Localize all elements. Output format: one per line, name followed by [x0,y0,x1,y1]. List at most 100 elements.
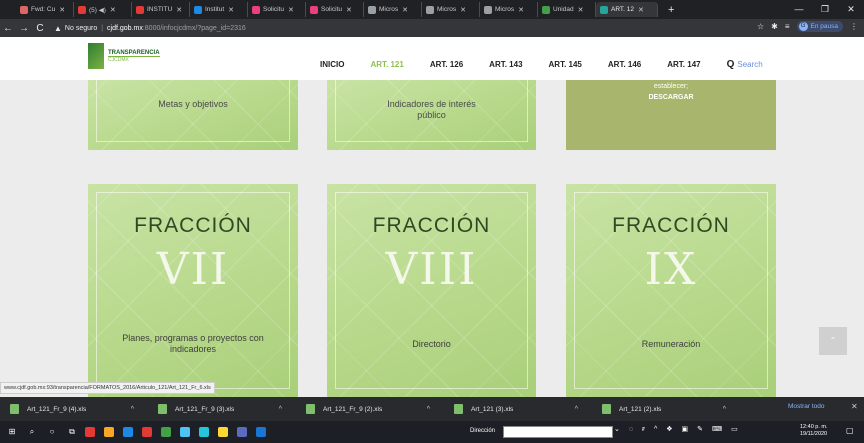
app-icon[interactable] [180,427,190,437]
download-options-icon[interactable]: ^ [131,406,134,413]
tab-close-icon[interactable]: ✕ [110,6,116,14]
card-fraccion-ix[interactable]: FRACCIÓN IX Remuneración [566,184,776,397]
task-view-icon[interactable]: ⧉ [64,425,80,439]
scroll-top-button[interactable]: ⌃ [819,327,847,355]
tab-close-icon[interactable]: ✕ [59,6,65,14]
card-indicadores[interactable]: Indicadores de interés público [327,80,536,150]
app-icon[interactable] [123,427,133,437]
link-status-url: www.cjdf.gob.mx:93/transparencia/FORMATO… [0,382,215,394]
download-link[interactable]: DESCARGAR [566,94,776,101]
show-all-downloads-link[interactable]: Mostrar todo [788,403,825,410]
download-item[interactable]: Art_121_Fr_9 (2).xls ^ [296,404,444,414]
tab-close-icon[interactable]: ✕ [578,6,584,14]
keyboard-icon[interactable]: ⌨ [712,425,722,433]
app-icon[interactable] [256,427,266,437]
menu-item[interactable]: ART. 126 [430,60,463,69]
download-item[interactable]: Art_121 (3).xls ^ [444,404,592,414]
chevron-down-icon[interactable]: ⌄ [614,425,620,433]
menu-dots-icon[interactable]: ⋮ [850,22,858,31]
card-fraccion-vii[interactable]: FRACCIÓN VII Planes, programas o proyect… [88,184,298,397]
app-icon[interactable] [104,427,114,437]
download-options-icon[interactable]: ^ [723,406,726,413]
card-description: Remuneración [641,339,701,349]
card-description: Planes, programas o proyectos con indica… [122,333,264,354]
dropbox-icon[interactable]: ❖ [666,425,672,433]
profile-button[interactable]: G En pausa [796,21,843,32]
back-icon[interactable]: ← [0,23,16,34]
card-metas[interactable]: Metas y objetivos [88,80,298,150]
app-icon[interactable] [237,427,247,437]
download-item[interactable]: Art_121 (2).xls ^ [592,404,740,414]
browser-tab[interactable]: Solicitu ✕ [248,2,306,17]
tab-close-icon[interactable]: ✕ [460,6,466,14]
windows-start-icon[interactable]: ⊞ [4,425,20,439]
download-item[interactable]: Art_121_Fr_9 (3).xls ^ [148,404,296,414]
close-window-icon[interactable]: ✕ [838,0,864,19]
browser-tab[interactable]: Micros ✕ [422,2,480,17]
menu-item[interactable]: ART. 146 [608,60,641,69]
bookmark-star-icon[interactable]: ☆ [757,22,764,31]
app-icon[interactable] [142,427,152,437]
tab-close-icon[interactable]: ✕ [346,6,352,14]
people-icon[interactable]: ꞧ [642,425,645,433]
tab-close-icon[interactable]: ✕ [518,6,524,14]
browser-tab[interactable]: (5) ◀) ✕ [74,2,132,17]
menu-item[interactable]: ART. 121 [370,60,403,69]
notifications-icon[interactable]: ▢ [846,426,854,435]
search-button[interactable]: Q Search [727,59,763,70]
app-icon[interactable] [218,427,228,437]
maximize-icon[interactable]: ❐ [812,0,838,19]
menu-item[interactable]: ART. 143 [489,60,522,69]
minimize-icon[interactable]: — [786,0,812,19]
forward-icon[interactable]: → [16,23,32,34]
close-shelf-icon[interactable]: ✕ [851,402,858,411]
browser-tab[interactable]: Solicitu ✕ [306,2,364,17]
download-options-icon[interactable]: ^ [279,406,282,413]
reading-list-icon[interactable]: ≡ [785,22,790,31]
tab-label: (5) ◀) [89,6,106,14]
tab-close-icon[interactable]: ✕ [288,6,294,14]
menu-item[interactable]: ART. 147 [667,60,700,69]
network-icon[interactable]: ▣ [682,425,689,433]
excel-file-icon [602,404,611,414]
browser-tab[interactable]: Micros ✕ [480,2,538,17]
app-icon[interactable] [161,427,171,437]
extensions-icon[interactable]: ✱ [771,22,778,31]
search-taskbar-icon[interactable]: ⌕ [24,425,40,439]
card-fraccion-viii[interactable]: FRACCIÓN VIII Directorio [327,184,536,397]
tab-close-icon[interactable]: ✕ [176,6,182,14]
card-frame [96,80,290,142]
card-descargar[interactable]: establecer; DESCARGAR [566,80,776,150]
address-toolbar-label: Dirección [470,428,496,434]
pen-icon[interactable]: ✎ [697,425,703,433]
browser-tab[interactable]: Unidad ✕ [538,2,596,17]
download-item[interactable]: Art_121_Fr_9 (4).xls ^ [0,404,148,414]
tab-close-icon[interactable]: ✕ [228,6,234,14]
cortana-icon[interactable]: ○ [44,425,60,439]
display-icon[interactable]: ▭ [731,425,738,433]
address-toolbar-input[interactable] [503,426,613,438]
address-bar: ← → C ▲ No seguro | cjdf.gob.mx :8000/in… [0,19,864,37]
new-tab-button[interactable]: + [668,4,674,16]
tab-close-icon[interactable]: ✕ [638,6,644,14]
app-tray-icon[interactable]: ◌ [629,426,633,433]
download-options-icon[interactable]: ^ [427,406,430,413]
menu-item[interactable]: INICIO [320,60,344,69]
reload-icon[interactable]: C [32,23,48,34]
browser-tab[interactable]: Micros ✕ [364,2,422,17]
url-field[interactable]: ▲ No seguro | cjdf.gob.mx :8000/infocjcd… [54,21,246,35]
clock[interactable]: 12:40 p. m. 19/11/2020 [800,424,828,438]
tab-close-icon[interactable]: ✕ [402,6,408,14]
browser-tab[interactable]: Institut ✕ [190,2,248,17]
tab-label: ART. 12 [611,6,635,13]
browser-tab[interactable]: ART. 12 ✕ [596,2,658,17]
app-icon[interactable] [199,427,209,437]
download-options-icon[interactable]: ^ [575,406,578,413]
tab-favicon-icon [600,5,608,14]
browser-tab[interactable]: Fwd: Cu ✕ [16,2,74,17]
browser-tab[interactable]: INSTITU ✕ [132,2,190,17]
menu-item[interactable]: ART. 145 [549,60,582,69]
chevron-up-icon[interactable]: ^ [654,426,657,433]
app-icon[interactable] [85,427,95,437]
site-logo[interactable]: TRANSPARENCIA CJCDMX [88,43,160,69]
